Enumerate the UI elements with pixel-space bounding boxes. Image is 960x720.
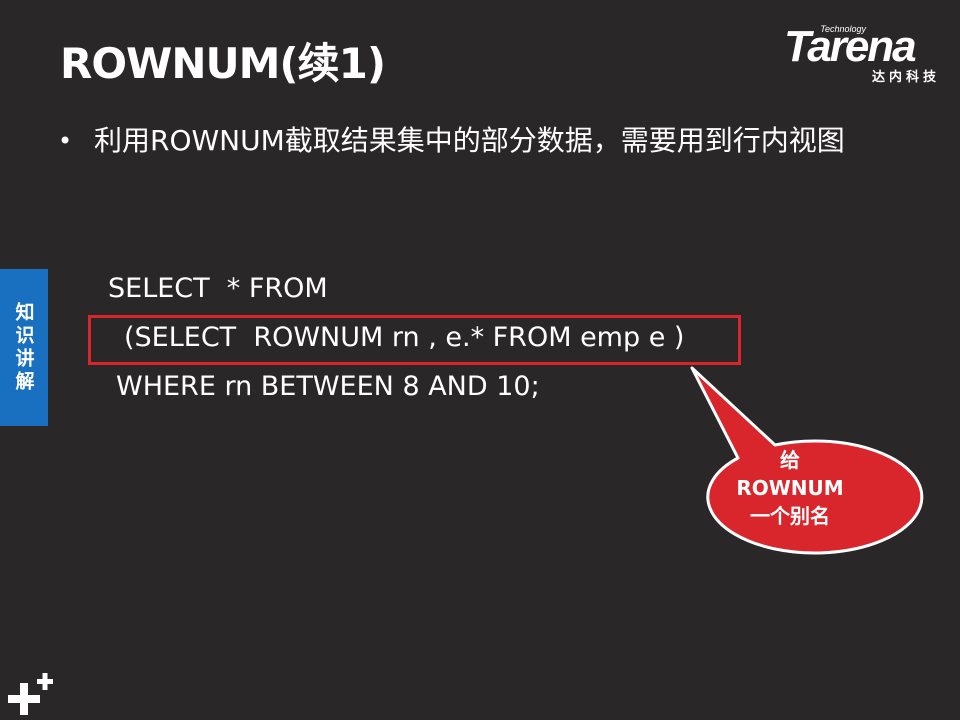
side-tab-label: 知识讲解: [12, 301, 35, 394]
bullet-point: • 利用ROWNUM截取结果集中的部分数据，需要用到行内视图: [58, 118, 888, 164]
logo-wordmark: Tarena: [784, 22, 917, 71]
callout-line-3: 一个别名: [750, 504, 830, 528]
callout-text: 给 ROWNUM 一个别名: [700, 446, 880, 530]
tarena-logo: Technology Tarena 达内科技: [778, 22, 948, 86]
code-line-1: SELECT * FROM: [108, 273, 328, 304]
subquery-highlight-box: [88, 315, 741, 365]
callout-line-2: ROWNUM: [736, 476, 844, 500]
bullet-text: 利用ROWNUM截取结果集中的部分数据，需要用到行内视图: [94, 124, 845, 157]
callout-line-1: 给: [780, 448, 800, 472]
code-line-3: WHERE rn BETWEEN 8 AND 10;: [116, 371, 540, 402]
plus-icon: [8, 673, 53, 715]
bullet-dot-icon: •: [58, 127, 73, 155]
logo-subtitle: 达内科技: [871, 70, 940, 85]
side-tab-knowledge: 知识讲解: [0, 269, 48, 426]
slide-title: ROWNUM(续1): [60, 39, 386, 88]
